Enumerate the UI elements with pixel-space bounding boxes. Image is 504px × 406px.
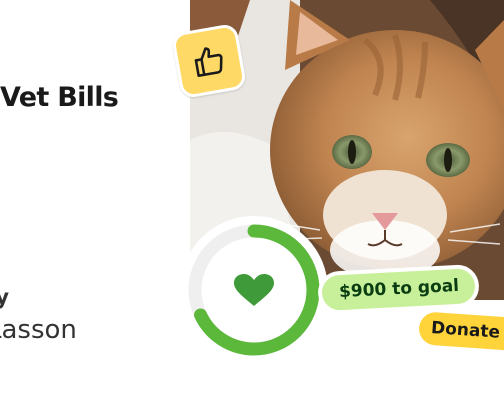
donation-progress-ring — [180, 216, 328, 364]
heart-icon — [234, 274, 274, 306]
organizer-name: Lasson — [0, 315, 77, 345]
thumbs-up-icon — [194, 47, 223, 78]
thumbs-up-badge — [170, 22, 248, 100]
donate-button[interactable]: Donate — [417, 311, 504, 352]
goal-remaining-pill: $900 to goal — [316, 263, 481, 316]
campaign-title: Vet Bills — [0, 82, 119, 113]
organized-by-label: Organized by — [0, 285, 10, 309]
fundraiser-card: Vet Bills Organized by Lasson — [0, 0, 504, 406]
